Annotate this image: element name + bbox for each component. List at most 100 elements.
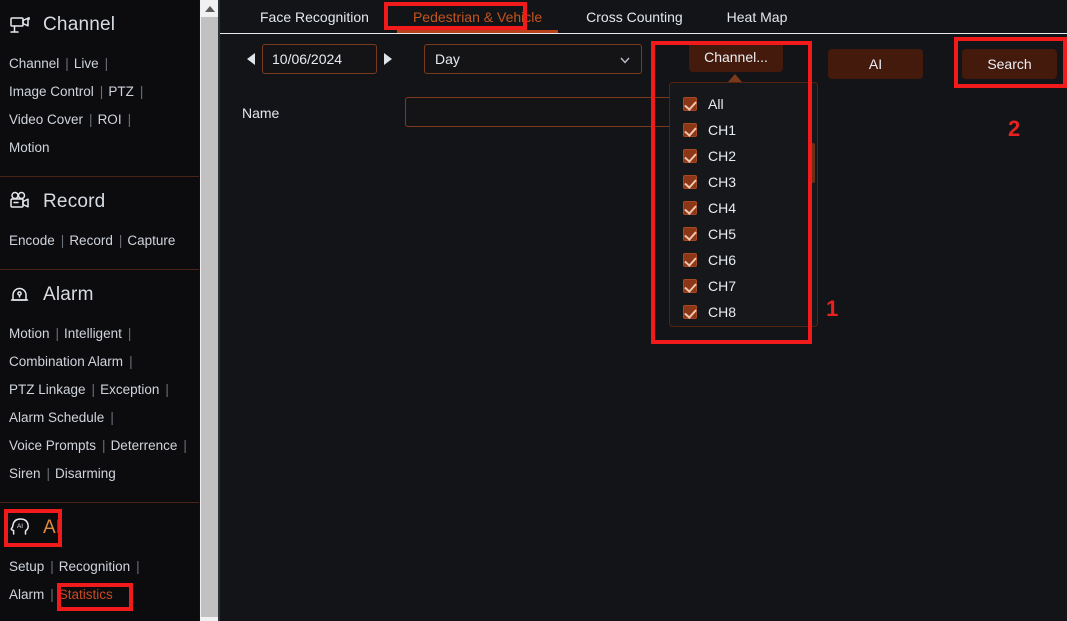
- sidebar-link-ptz-linkage[interactable]: PTZ Linkage: [9, 382, 86, 397]
- period-select[interactable]: Day: [424, 44, 642, 74]
- channel-item-label: CH1: [708, 122, 737, 138]
- sidebar-link-motion[interactable]: Motion: [9, 326, 50, 341]
- sidebar-link-motion[interactable]: Motion: [9, 140, 50, 155]
- sidebar-link-deterrence[interactable]: Deterrence: [111, 438, 178, 453]
- channel-item-label: CH5: [708, 226, 737, 242]
- checkbox-checked-icon[interactable]: [683, 253, 697, 267]
- app-window: Channel Channel | Live | Image Control | PTZ | Vi…: [0, 0, 1067, 621]
- checkbox-checked-icon[interactable]: [683, 305, 697, 319]
- checkbox-checked-icon[interactable]: [683, 123, 697, 137]
- sidebar-link-separator: |: [104, 56, 109, 71]
- channel-item-ch3[interactable]: CH3: [670, 169, 817, 195]
- sidebar-link-row: Image Control | PTZ |: [9, 78, 199, 106]
- sidebar-link-row: PTZ Linkage | Exception |: [9, 376, 199, 404]
- sidebar-link-live[interactable]: Live: [74, 56, 99, 71]
- sidebar-group-header-ai[interactable]: AI AI: [0, 503, 199, 549]
- sidebar-link-encode[interactable]: Encode: [9, 233, 55, 248]
- ai-head-icon: AI: [10, 518, 29, 535]
- channel-item-label: CH7: [708, 278, 737, 294]
- sidebar-link-separator: |: [127, 326, 132, 341]
- svg-text:AI: AI: [17, 523, 23, 530]
- sidebar-link-roi[interactable]: ROI: [98, 112, 122, 127]
- checkbox-checked-icon[interactable]: [683, 201, 697, 215]
- checkbox-checked-icon[interactable]: [683, 279, 697, 293]
- sidebar-link-row: Encode | Record | Capture: [9, 227, 199, 255]
- sidebar-links: Motion | Intelligent | Combination Alarm | PTZ…: [0, 316, 199, 498]
- tab-cross-counting[interactable]: Cross Counting: [564, 0, 705, 33]
- channel-item-ch5[interactable]: CH5: [670, 221, 817, 247]
- prev-day-button[interactable]: [240, 44, 262, 74]
- sidebar-link-alarm[interactable]: Alarm: [9, 587, 44, 602]
- sidebar-link-image-control[interactable]: Image Control: [9, 84, 94, 99]
- channel-item-all[interactable]: All: [670, 91, 817, 117]
- dropdown-caret-icon: [728, 74, 742, 82]
- date-input[interactable]: 10/06/2024: [262, 44, 377, 74]
- channel-item-ch1[interactable]: CH1: [670, 117, 817, 143]
- sidebar-link-separator: |: [127, 112, 132, 127]
- channel-list-scrollbar[interactable]: [811, 143, 815, 183]
- sidebar-link-separator: |: [65, 56, 69, 71]
- channel-item-ch2[interactable]: CH2: [670, 143, 817, 169]
- sidebar-link-row: Combination Alarm |: [9, 348, 199, 376]
- sidebar-scrollbar[interactable]: [199, 0, 220, 621]
- name-input[interactable]: [405, 97, 705, 127]
- tab-bar: Face Recognition Pedestrian & Vehicle Cros…: [220, 0, 1067, 34]
- channel-item-label: CH6: [708, 252, 737, 268]
- checkbox-checked-icon[interactable]: [683, 227, 697, 241]
- sidebar-link-separator: |: [60, 233, 65, 248]
- sidebar-link-row: Siren | Disarming: [9, 460, 199, 488]
- chevron-down-icon: [619, 53, 631, 65]
- sidebar-link-separator: |: [50, 587, 54, 602]
- sidebar-link-voice-prompts[interactable]: Voice Prompts: [9, 438, 96, 453]
- sidebar-link-intelligent[interactable]: Intelligent: [64, 326, 122, 341]
- sidebar-link-exception[interactable]: Exception: [100, 382, 159, 397]
- channel-item-ch6[interactable]: CH6: [670, 247, 817, 273]
- sidebar-group-header-record[interactable]: Record: [0, 177, 199, 223]
- sidebar-link-recognition[interactable]: Recognition: [59, 559, 130, 574]
- sidebar-link-video-cover[interactable]: Video Cover: [9, 112, 83, 127]
- sidebar-link-separator: |: [89, 112, 93, 127]
- sidebar-group-title: Record: [43, 191, 106, 212]
- sidebar-link-separator: |: [99, 84, 104, 99]
- sidebar-link-combination-alarm[interactable]: Combination Alarm: [9, 354, 123, 369]
- sidebar-links: Setup | Recognition | Alarm | Statistics: [0, 549, 199, 619]
- sidebar-link-separator: |: [46, 466, 51, 481]
- tab-pedestrian-vehicle[interactable]: Pedestrian & Vehicle: [391, 0, 564, 33]
- channel-item-ch8[interactable]: CH8: [670, 299, 817, 325]
- sidebar-link-record[interactable]: Record: [69, 233, 113, 248]
- tab-heat-map[interactable]: Heat Map: [705, 0, 810, 33]
- sidebar-link-row: Motion | Intelligent |: [9, 320, 199, 348]
- channel-item-label: CH2: [708, 148, 737, 164]
- sidebar-group-channel: Channel Channel | Live | Image Control | PTZ | Vi…: [0, 0, 199, 172]
- sidebar-link-disarming[interactable]: Disarming: [55, 466, 116, 481]
- sidebar-link-separator: |: [50, 559, 54, 574]
- sidebar-group-header-alarm[interactable]: Alarm: [0, 270, 199, 316]
- sidebar-link-row: Channel | Live |: [9, 50, 199, 78]
- sidebar-link-setup[interactable]: Setup: [9, 559, 44, 574]
- camera-icon: [10, 16, 30, 33]
- sidebar-link-siren[interactable]: Siren: [9, 466, 41, 481]
- checkbox-checked-icon[interactable]: [683, 97, 697, 111]
- sidebar-link-separator: |: [91, 382, 96, 397]
- scrollbar-thumb[interactable]: [201, 17, 218, 617]
- main-panel: Face Recognition Pedestrian & Vehicle Cros…: [220, 0, 1067, 621]
- sidebar-link-capture[interactable]: Capture: [127, 233, 175, 248]
- sidebar-link-ptz[interactable]: PTZ: [108, 84, 134, 99]
- tab-face-recognition[interactable]: Face Recognition: [238, 0, 391, 33]
- ai-button[interactable]: AI: [828, 49, 923, 79]
- name-field-label: Name: [242, 105, 280, 121]
- content-area: 10/06/2024 Day Name Channel... All CH1 CH2…: [220, 34, 1067, 621]
- scrollbar-up-arrow-icon[interactable]: [200, 0, 219, 17]
- channel-dropdown-button[interactable]: Channel...: [689, 42, 783, 72]
- sidebar-link-alarm-schedule[interactable]: Alarm Schedule: [9, 410, 104, 425]
- sidebar-link-channel[interactable]: Channel: [9, 56, 59, 71]
- sidebar-link-statistics[interactable]: Statistics: [59, 587, 113, 602]
- checkbox-checked-icon[interactable]: [683, 149, 697, 163]
- checkbox-checked-icon[interactable]: [683, 175, 697, 189]
- channel-item-ch4[interactable]: CH4: [670, 195, 817, 221]
- sidebar-links: Encode | Record | Capture: [0, 223, 199, 265]
- sidebar-group-header-channel[interactable]: Channel: [0, 0, 199, 46]
- channel-item-ch7[interactable]: CH7: [670, 273, 817, 299]
- next-day-button[interactable]: [377, 44, 399, 74]
- search-button[interactable]: Search: [962, 49, 1057, 79]
